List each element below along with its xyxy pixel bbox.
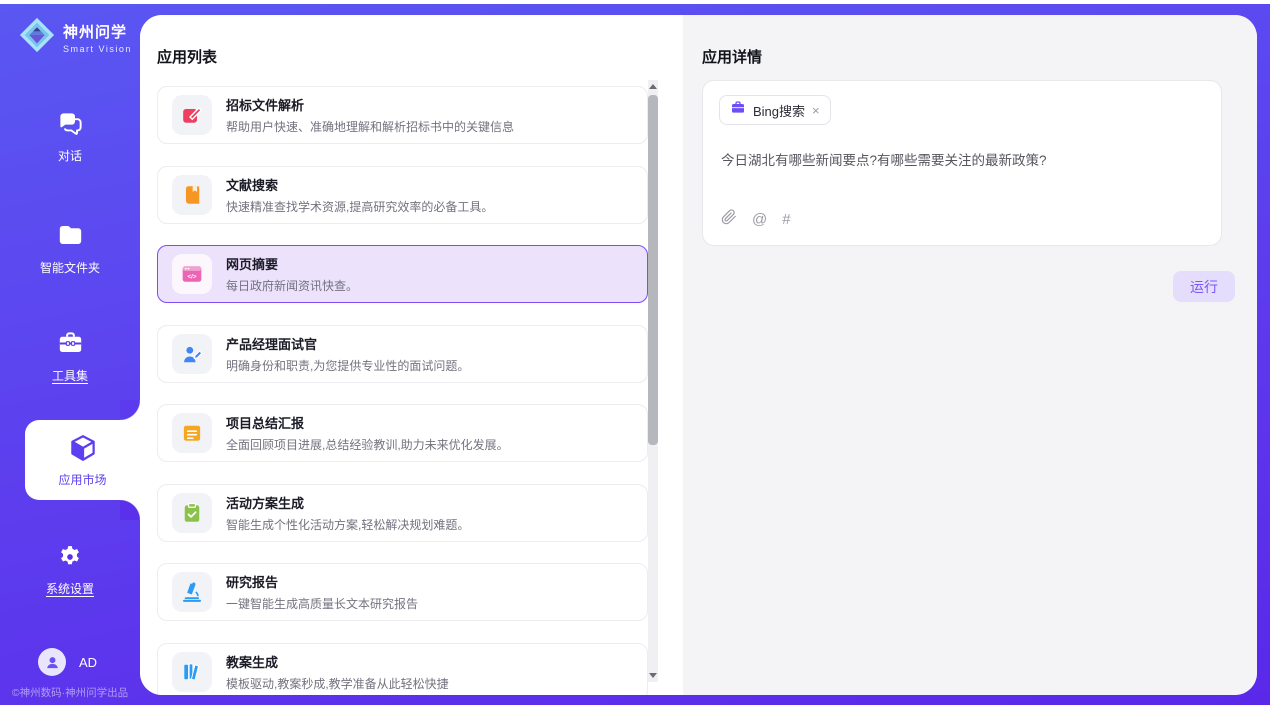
copyright-text: ©神州数码·神州问学出品 (0, 685, 140, 700)
diamond-logo-icon (18, 16, 56, 59)
app-card[interactable]: </> 网页摘要 每日政府新闻资讯快查。 (157, 245, 648, 303)
app-card-description: 明确身份和职责,为您提供专业性的面试问题。 (226, 357, 469, 374)
chat-icon (57, 124, 84, 141)
attachment-icon[interactable] (721, 209, 737, 229)
toolbox-icon (57, 344, 84, 361)
composer-card: Bing搜索 × 今日湖北有哪些新闻要点?有哪些需要关注的最新政策? @ # (702, 80, 1222, 246)
app-card-list: 招标文件解析 帮助用户快速、准确地理解和解析招标书中的关键信息 文献搜索 快速精… (157, 86, 648, 695)
gear-icon (57, 557, 83, 574)
app-card-title: 教案生成 (226, 652, 449, 671)
svg-text:</>: </> (188, 274, 197, 281)
app-detail-title: 应用详情 (702, 46, 762, 67)
sidebar-item-label: 工具集 (0, 367, 140, 384)
query-text-input[interactable]: 今日湖北有哪些新闻要点?有哪些需要关注的最新政策? (721, 151, 1201, 171)
app-card[interactable]: 招标文件解析 帮助用户快速、准确地理解和解析招标书中的关键信息 (157, 86, 648, 144)
app-card[interactable]: 活动方案生成 智能生成个性化活动方案,轻松解决规划难题。 (157, 484, 648, 542)
app-card-title: 活动方案生成 (226, 493, 469, 512)
content-panel: 应用列表 招标文件解析 帮助用户快速、准确地理解和解析招标书中的关键信息 文献搜… (140, 15, 1257, 695)
brand-name: 神州问学 (63, 21, 132, 42)
run-button[interactable]: 运行 (1173, 271, 1235, 302)
pill-top-curve (120, 400, 140, 420)
user-account[interactable]: AD (38, 648, 97, 676)
sidebar-item-toolset[interactable]: 工具集 (0, 330, 140, 384)
app-card-title: 研究报告 (226, 572, 418, 591)
sidebar: 神州问学 Smart Vision 对话 智能文件夹 (0, 4, 140, 705)
cube-icon (68, 433, 98, 468)
sidebar-item-settings[interactable]: 系统设置 (0, 544, 140, 597)
app-card-description: 智能生成个性化活动方案,轻松解决规划难题。 (226, 516, 469, 533)
research-icon (172, 572, 212, 612)
sidebar-item-label: 智能文件夹 (0, 259, 140, 276)
report-calendar-icon (172, 413, 212, 453)
mention-icon[interactable]: @ (752, 211, 767, 228)
tool-tag-label: Bing搜索 (753, 101, 805, 120)
scroll-up-icon[interactable] (649, 84, 657, 89)
brand-tagline: Smart Vision (63, 44, 132, 54)
clipboard-check-icon (172, 493, 212, 533)
app-detail-pane: 应用详情 Bing搜索 × 今日湖北有哪些新闻要点?有哪些需要关注的最新政策? (683, 15, 1257, 695)
app-card-title: 产品经理面试官 (226, 334, 469, 353)
interviewer-icon (172, 334, 212, 374)
tool-tag-bing-search[interactable]: Bing搜索 × (719, 95, 831, 125)
sidebar-item-chat[interactable]: 对话 (0, 110, 140, 164)
sidebar-item-smart-folder[interactable]: 智能文件夹 (0, 222, 140, 276)
document-edit-icon (172, 95, 212, 135)
app-card-description: 一键智能生成高质量长文本研究报告 (226, 595, 418, 612)
app-card[interactable]: 文献搜索 快速精准查找学术资源,提高研究效率的必备工具。 (157, 166, 648, 224)
app-list-title: 应用列表 (157, 46, 217, 67)
scroll-down-icon[interactable] (649, 673, 657, 678)
folder-icon (57, 236, 84, 253)
user-avatar-icon (44, 654, 61, 671)
app-card-description: 快速精准查找学术资源,提高研究效率的必备工具。 (226, 198, 493, 215)
pill-bottom-curve (120, 500, 140, 520)
book-icon (172, 175, 212, 215)
sidebar-item-label: 系统设置 (0, 580, 140, 597)
hashtag-icon[interactable]: # (782, 211, 790, 228)
sidebar-item-app-market[interactable]: 应用市场 (25, 420, 140, 500)
scrollbar-thumb[interactable] (648, 95, 658, 445)
app-background: 神州问学 Smart Vision 对话 智能文件夹 (0, 4, 1270, 705)
briefcase-icon (730, 100, 746, 121)
app-card-description: 帮助用户快速、准确地理解和解析招标书中的关键信息 (226, 118, 514, 135)
app-card-title: 招标文件解析 (226, 95, 514, 114)
scrollbar[interactable] (648, 80, 658, 682)
app-card-title: 网页摘要 (226, 254, 358, 273)
app-card[interactable]: 教案生成 模板驱动,教案秒成,教学准备从此轻松快捷 (157, 643, 648, 696)
app-card-description: 全面回顾项目进展,总结经验教训,助力未来优化发展。 (226, 436, 509, 453)
close-icon[interactable]: × (812, 103, 820, 118)
app-card-description: 模板驱动,教案秒成,教学准备从此轻松快捷 (226, 675, 449, 692)
sidebar-item-label: 应用市场 (58, 471, 106, 488)
webpage-code-icon: </> (172, 254, 212, 294)
sidebar-item-label: 对话 (0, 147, 140, 164)
composer-toolbar: @ # (721, 209, 791, 229)
app-list-pane: 应用列表 招标文件解析 帮助用户快速、准确地理解和解析招标书中的关键信息 文献搜… (140, 15, 683, 695)
app-card[interactable]: 产品经理面试官 明确身份和职责,为您提供专业性的面试问题。 (157, 325, 648, 383)
app-card[interactable]: 项目总结汇报 全面回顾项目进展,总结经验教训,助力未来优化发展。 (157, 404, 648, 462)
app-card-title: 项目总结汇报 (226, 413, 509, 432)
app-card[interactable]: 研究报告 一键智能生成高质量长文本研究报告 (157, 563, 648, 621)
user-initials: AD (79, 655, 97, 670)
avatar (38, 648, 66, 676)
app-card-description: 每日政府新闻资讯快查。 (226, 277, 358, 294)
brand-logo: 神州问学 Smart Vision (18, 16, 132, 59)
app-card-title: 文献搜索 (226, 175, 493, 194)
books-icon (172, 652, 212, 692)
